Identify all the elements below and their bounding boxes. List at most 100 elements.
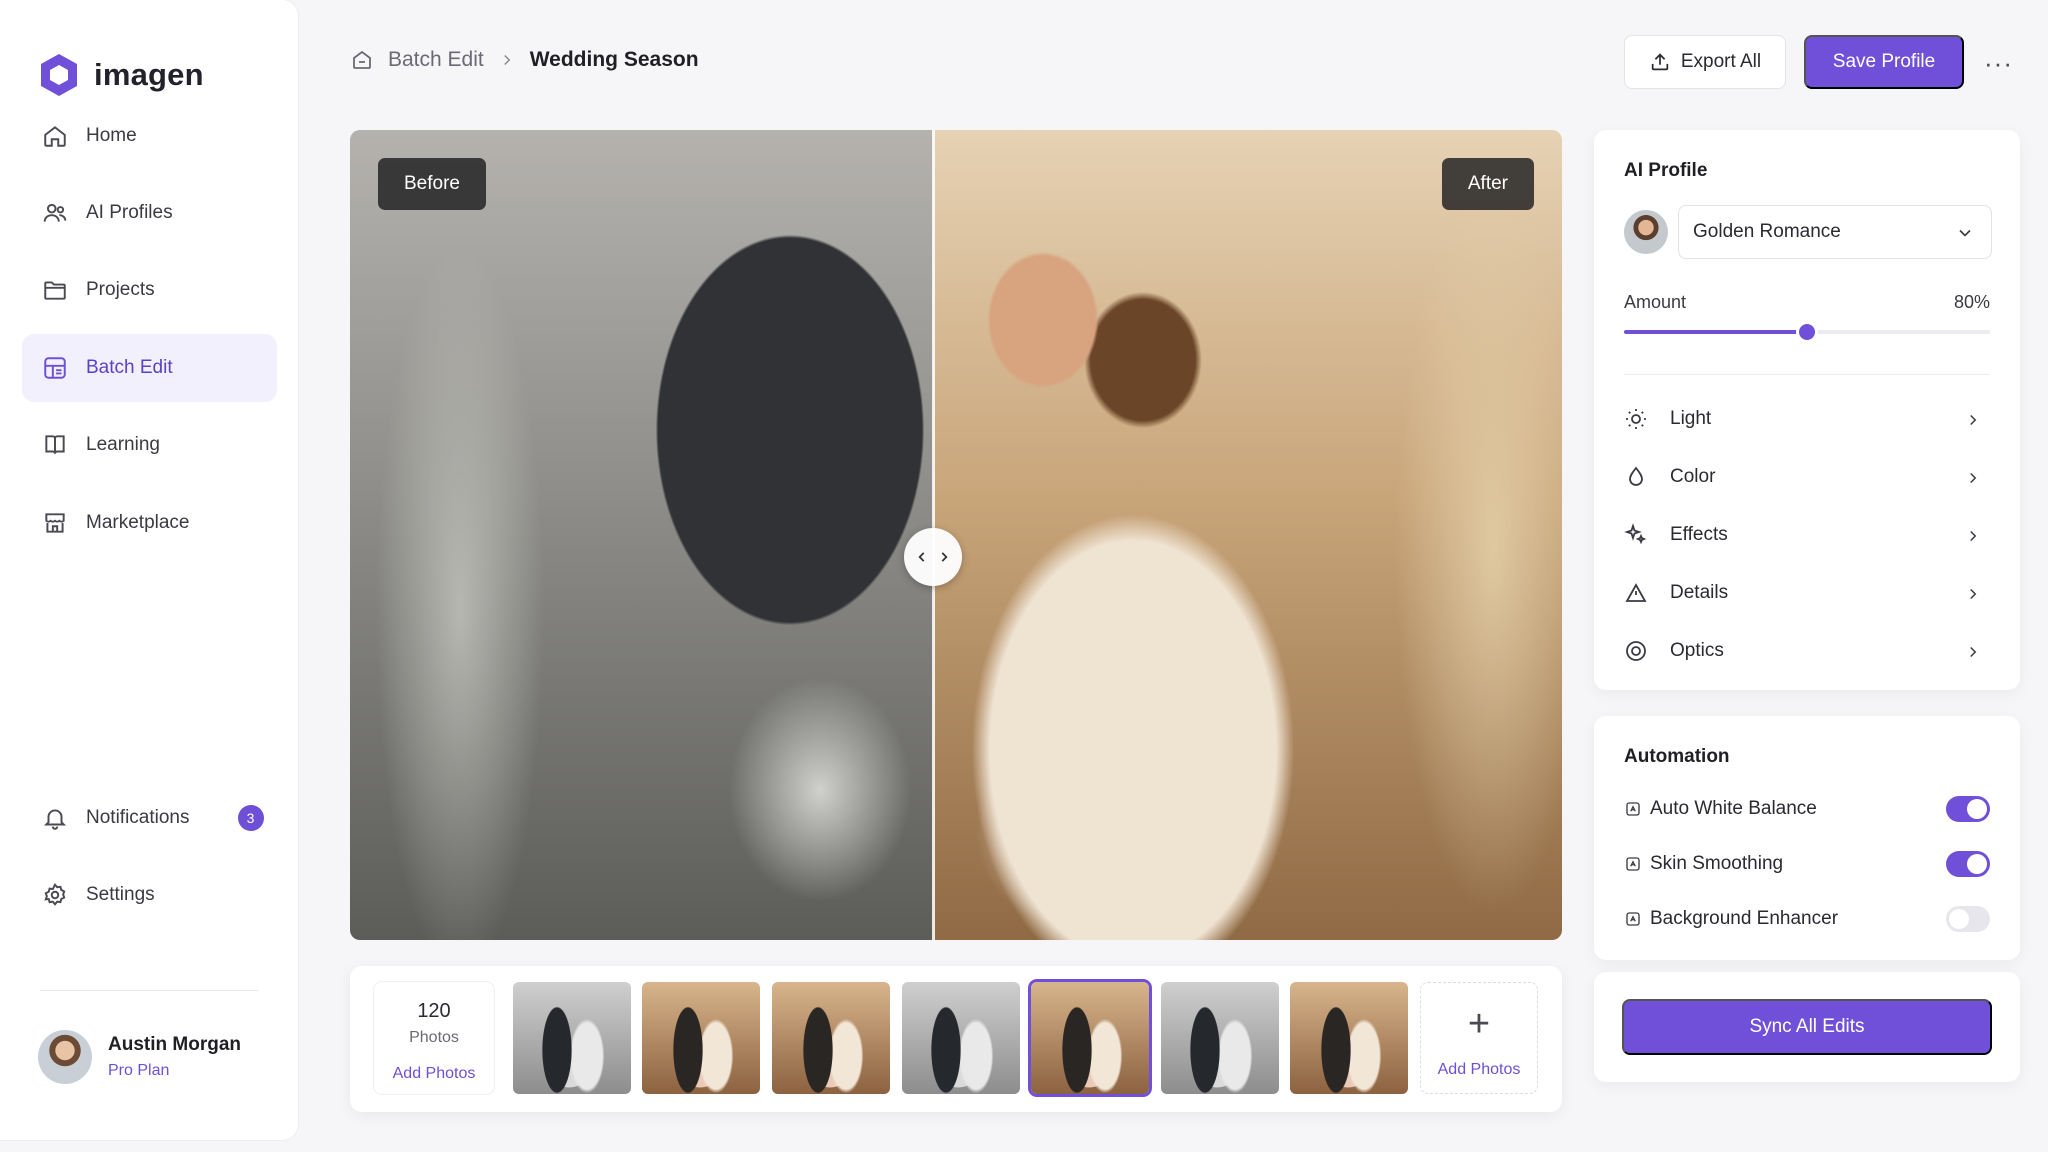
amount-slider-fill [1624, 330, 1807, 334]
adjustment-color[interactable]: Color [1624, 452, 1990, 502]
before-after-viewer[interactable]: Before After [350, 130, 1562, 940]
imagen-logo-icon [41, 54, 77, 96]
nav-item-settings[interactable]: Settings [22, 861, 277, 929]
user-name: Austin Morgan [108, 1034, 241, 1055]
nav-item-ai-profiles[interactable]: AI Profiles [22, 179, 277, 247]
automation-background-enhancer: Background Enhancer [1624, 901, 1990, 937]
add-photos-label: Add Photos [1437, 1061, 1521, 1078]
after-image [933, 130, 1562, 940]
nav-item-batch-edit[interactable]: Batch Edit [22, 334, 277, 402]
export-all-button[interactable]: Export All [1624, 35, 1786, 89]
split-handle[interactable] [904, 528, 962, 586]
ai-profile-panel: AI Profile Golden Romance Amount 80% Lig… [1594, 130, 2020, 690]
adjustment-light[interactable]: Light [1624, 394, 1990, 444]
add-photos-card[interactable]: + Add Photos [1420, 982, 1538, 1094]
sync-all-edits-button[interactable]: Sync All Edits [1622, 999, 1992, 1055]
chevron-right-icon [1970, 414, 1977, 426]
automation-label: Background Enhancer [1650, 908, 1839, 929]
skin-smoothing-toggle[interactable] [1946, 851, 1990, 877]
adjustment-label: Optics [1670, 640, 1724, 661]
profile-select-value: Golden Romance [1693, 221, 1841, 242]
chevron-right-icon [1970, 472, 1977, 484]
auto-white-balance-toggle[interactable] [1946, 796, 1990, 822]
plus-icon: + [1467, 1003, 1491, 1045]
automation-label: Skin Smoothing [1650, 853, 1784, 874]
photo-thumbnail[interactable] [772, 982, 890, 1094]
photo-count: 120 [417, 1000, 451, 1022]
photo-thumbnail[interactable] [1290, 982, 1408, 1094]
adjustment-label: Details [1670, 582, 1729, 603]
nav-item-notifications[interactable]: Notifications 3 [22, 784, 277, 852]
photo-thumbnail[interactable] [1161, 982, 1279, 1094]
photo-thumbnail[interactable] [642, 982, 760, 1094]
triangle-icon [1625, 583, 1647, 602]
bell-icon [43, 809, 67, 830]
photo-thumbnail[interactable] [902, 982, 1020, 1094]
nav-label: Marketplace [86, 512, 190, 533]
gear-icon [44, 882, 66, 906]
before-image [350, 130, 933, 940]
chevron-right-icon [503, 54, 511, 66]
sidebar-divider [40, 990, 258, 991]
export-all-label: Export All [1680, 51, 1762, 72]
sync-panel: Sync All Edits [1594, 972, 2020, 1082]
background-enhancer-toggle[interactable] [1946, 906, 1990, 932]
breadcrumb-current: Wedding Season [529, 48, 699, 71]
panel-divider [1624, 374, 1990, 375]
lens-icon [1626, 641, 1646, 661]
auto-icon [1626, 857, 1640, 871]
adjustment-effects[interactable]: Effects [1624, 510, 1990, 560]
photo-thumbnail-selected[interactable] [1031, 982, 1149, 1094]
sparkle-icon [1624, 523, 1647, 545]
automation-skin-smoothing: Skin Smoothing [1624, 846, 1990, 882]
adjustment-optics[interactable]: Optics [1624, 626, 1990, 676]
nav-label: Batch Edit [86, 357, 173, 378]
ai-profile-title: AI Profile [1624, 160, 1708, 181]
nav-label: AI Profiles [86, 202, 173, 223]
after-label: After [1441, 158, 1534, 210]
sun-icon [1626, 409, 1646, 429]
nav-label: Settings [86, 884, 155, 905]
save-profile-button[interactable]: Save Profile [1804, 35, 1964, 89]
nav-item-home[interactable]: Home [22, 102, 277, 170]
adjustment-label: Light [1670, 408, 1712, 429]
nav-item-marketplace[interactable]: Marketplace [22, 489, 277, 557]
breadcrumb: Batch Edit Wedding Season [350, 48, 699, 72]
auto-icon [1626, 912, 1640, 926]
amount-value: 80% [1953, 292, 1990, 312]
breadcrumb-parent[interactable]: Batch Edit [388, 48, 484, 72]
adjustment-details[interactable]: Details [1624, 568, 1990, 618]
user-plan[interactable]: Pro Plan [108, 1062, 241, 1080]
amount-slider-handle[interactable] [1799, 324, 1815, 340]
photo-thumbnail[interactable] [513, 982, 631, 1094]
user-profile[interactable]: Austin Morgan Pro Plan [38, 1030, 241, 1084]
adjustment-label: Color [1670, 466, 1716, 487]
folder-icon [44, 281, 66, 300]
app-name: imagen [94, 57, 204, 92]
chevron-right-icon [1970, 588, 1977, 600]
upload-icon [1651, 53, 1669, 71]
add-photos-link[interactable]: Add Photos [374, 1065, 494, 1083]
nav-label: Projects [86, 279, 155, 300]
adjustment-label: Effects [1670, 524, 1728, 545]
logo[interactable]: imagen [38, 52, 204, 98]
nav-item-projects[interactable]: Projects [22, 256, 277, 324]
nav-item-learning[interactable]: Learning [22, 411, 277, 479]
more-options-icon[interactable]: ··· [1984, 48, 2013, 79]
batch-edit-icon [44, 357, 66, 379]
chevron-right-icon [1970, 646, 1977, 658]
before-label: Before [378, 158, 486, 210]
profile-select[interactable]: Golden Romance [1678, 205, 1992, 259]
photo-count-card: 120 Photos Add Photos [374, 982, 494, 1094]
batch-folder-icon [353, 50, 371, 69]
chevron-right-icon [941, 552, 948, 562]
amount-slider[interactable] [1624, 324, 1990, 340]
notification-count-badge: 3 [237, 805, 264, 831]
automation-panel: Automation Auto White Balance Skin Smoot… [1594, 716, 2020, 960]
amount-label: Amount [1624, 292, 1687, 312]
auto-icon [1626, 802, 1640, 816]
automation-label: Auto White Balance [1650, 798, 1817, 819]
filmstrip: 120 Photos Add Photos + Add Photos [350, 966, 1562, 1112]
nav-label: Home [86, 125, 137, 146]
users-icon [43, 203, 67, 222]
